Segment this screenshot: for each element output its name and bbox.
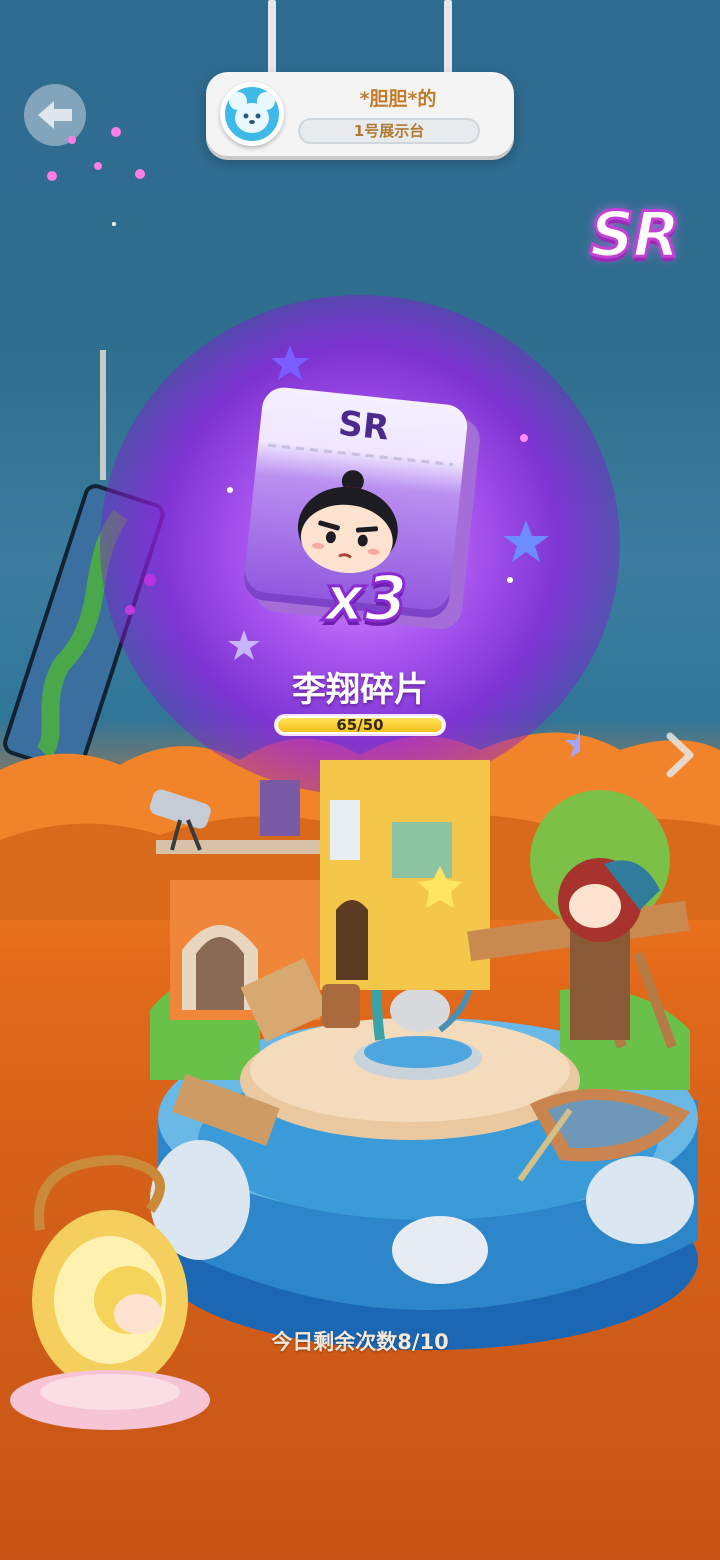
game-screen: *胆胆*的 1号展示台 SR SR x3 李翔碎片 65/50 今日剩余次数8/… <box>0 0 720 1560</box>
reward-count: x3 <box>323 561 409 637</box>
owner-name: *胆胆*的 <box>359 88 437 110</box>
platform-label: 1号展示台 <box>298 118 480 144</box>
mouse-avatar-icon[interactable] <box>220 82 284 146</box>
sign-rope-left <box>268 0 276 78</box>
fragment-progress-bar: 65/50 <box>274 714 446 736</box>
fragment-name: 李翔碎片 <box>292 670 428 710</box>
island-scene <box>10 760 698 1430</box>
progress-text: 65/50 <box>336 716 384 734</box>
sign-rope-right <box>444 0 452 78</box>
rarity-badge: SR <box>588 197 681 273</box>
sparkles-decoration <box>47 127 145 226</box>
daily-remaining-count: 今日剩余次数8/10 <box>271 1330 449 1354</box>
display-header: *胆胆*的 1号展示台 <box>206 72 514 156</box>
